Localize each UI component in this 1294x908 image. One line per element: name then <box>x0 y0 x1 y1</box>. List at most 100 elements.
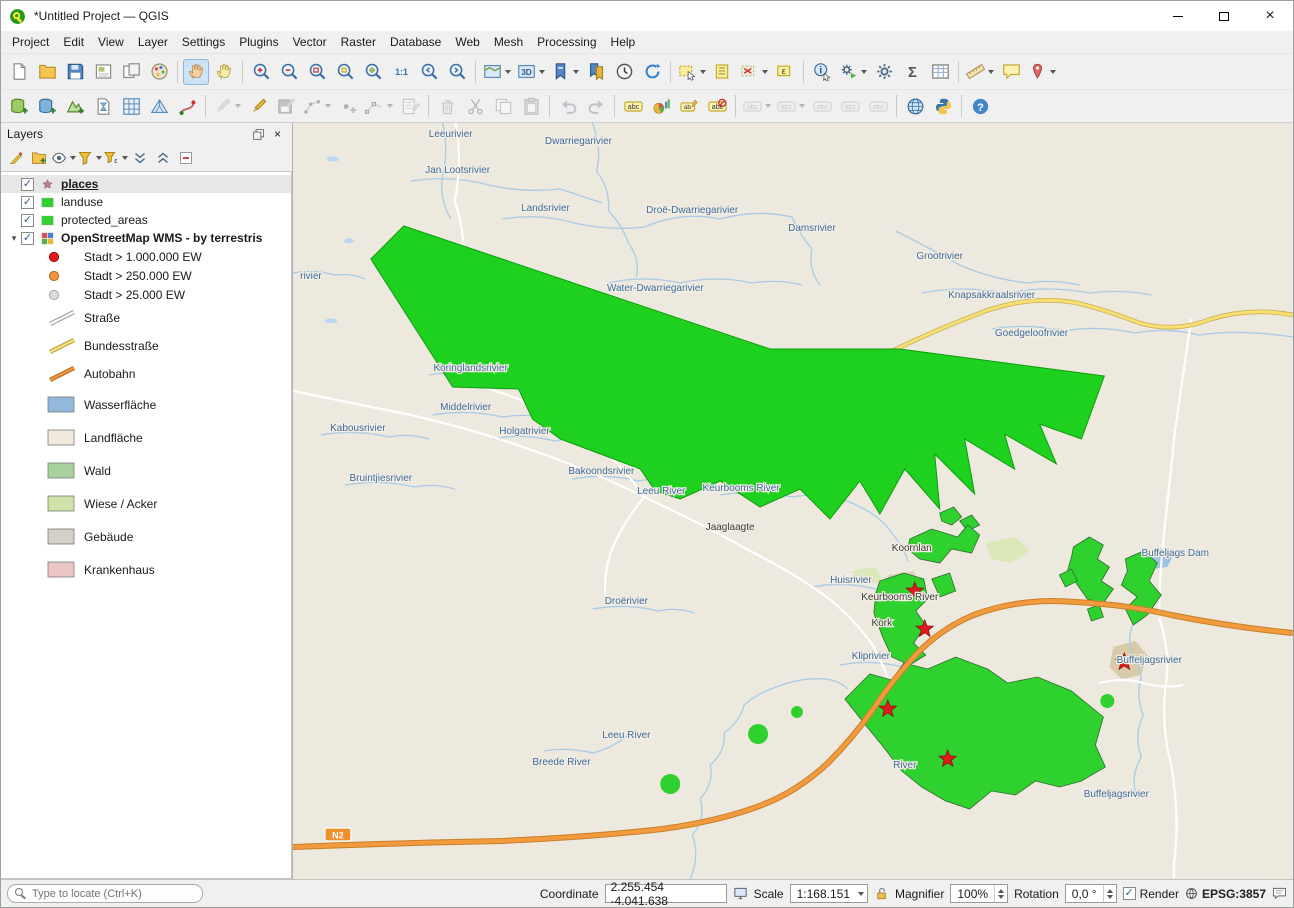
new-spatial-bookmark-button[interactable] <box>549 59 581 85</box>
crs-status[interactable]: EPSG:3857 <box>1185 887 1266 901</box>
open-layer-styling-button[interactable] <box>5 147 27 169</box>
chevron-down-icon[interactable] <box>539 70 545 74</box>
layer-item-landuse[interactable]: ✓ landuse <box>1 193 291 211</box>
menu-layer[interactable]: Layer <box>131 33 175 51</box>
layer-item-openstreetmap-wms-by-terrestris[interactable]: ▾✓ OpenStreetMap WMS - by terrestris <box>1 229 291 247</box>
coordinate-value[interactable]: 2.255.454 -4.041.638 <box>605 884 727 903</box>
new-mesh-layer-button[interactable] <box>146 93 172 119</box>
new-print-layout-button[interactable] <box>90 59 116 85</box>
layer-label[interactable]: protected_areas <box>61 213 148 227</box>
measure-line-button[interactable] <box>964 59 996 85</box>
new-temporary-scratch-layer-button[interactable] <box>90 93 116 119</box>
rotation-spinbox[interactable]: 0,0 ° <box>1065 884 1117 903</box>
menu-project[interactable]: Project <box>5 33 56 51</box>
filter-legend-by-expression-button[interactable]: ε <box>103 147 128 169</box>
minimize-button[interactable] <box>1155 1 1201 31</box>
zoom-last-button[interactable] <box>416 59 442 85</box>
zoom-to-native-resolution-button[interactable]: 1:1 <box>388 59 414 85</box>
select-features-by-value-button[interactable] <box>710 59 736 85</box>
chevron-down-icon[interactable] <box>325 104 331 108</box>
pan-map-to-selection-button[interactable] <box>211 59 237 85</box>
layer-checkbox[interactable]: ✓ <box>21 214 34 227</box>
filter-legend-button[interactable] <box>77 147 102 169</box>
open-attribute-table-button[interactable] <box>927 59 953 85</box>
menu-database[interactable]: Database <box>383 33 448 51</box>
zoom-next-button[interactable] <box>444 59 470 85</box>
show-layout-manager-button[interactable] <box>118 59 144 85</box>
chevron-down-icon[interactable] <box>70 156 76 160</box>
open-project-button[interactable] <box>34 59 60 85</box>
scale-combobox[interactable]: 1:168.151 <box>790 884 868 903</box>
panel-float-button[interactable] <box>250 126 267 142</box>
menu-web[interactable]: Web <box>448 33 486 51</box>
chevron-down-icon[interactable] <box>235 104 241 108</box>
layer-diagram-options-button[interactable] <box>648 93 674 119</box>
new-shapefile-layer-button[interactable] <box>62 93 88 119</box>
manage-map-themes-button[interactable] <box>51 147 76 169</box>
python-console-button[interactable] <box>930 93 956 119</box>
help-contents-button[interactable]: ? <box>967 93 993 119</box>
zoom-full-extent-button[interactable] <box>304 59 330 85</box>
chevron-down-icon[interactable] <box>387 104 393 108</box>
menu-processing[interactable]: Processing <box>530 33 603 51</box>
chevron-down-icon[interactable] <box>988 70 994 74</box>
zoom-out-button[interactable] <box>276 59 302 85</box>
chevron-down-icon[interactable] <box>96 156 102 160</box>
new-virtual-layer-button[interactable] <box>118 93 144 119</box>
map-canvas[interactable]: N2LeeurivierDwarriegarivierJan Lootsrivi… <box>293 123 1293 879</box>
layer-checkbox[interactable]: ✓ <box>21 196 34 209</box>
pan-map-button[interactable] <box>183 59 209 85</box>
osm-place-search-button[interactable] <box>902 93 928 119</box>
panel-close-button[interactable]: × <box>269 126 286 142</box>
menu-settings[interactable]: Settings <box>175 33 232 51</box>
zoom-to-layer-button[interactable] <box>360 59 386 85</box>
locate-input[interactable] <box>7 884 203 903</box>
identify-features-button[interactable]: i <box>809 59 835 85</box>
layer-labeling-options-button[interactable]: abc <box>620 93 646 119</box>
menu-vector[interactable]: Vector <box>286 33 334 51</box>
menu-edit[interactable]: Edit <box>56 33 91 51</box>
toggle-editing-button[interactable] <box>245 93 271 119</box>
toggle-unplaced-labels-button[interactable]: abc <box>704 93 730 119</box>
layer-label[interactable]: OpenStreetMap WMS - by terrestris <box>61 231 262 245</box>
new-annotation-button[interactable] <box>1026 59 1058 85</box>
zoom-in-button[interactable] <box>248 59 274 85</box>
layer-label[interactable]: places <box>61 177 98 191</box>
maximize-button[interactable] <box>1201 1 1247 31</box>
expander-icon[interactable]: ▾ <box>7 233 21 244</box>
layer-checkbox[interactable]: ✓ <box>21 178 34 191</box>
spinner-arrows-icon[interactable] <box>994 885 1007 902</box>
messages-icon[interactable] <box>1272 886 1287 901</box>
new-spatialite-layer-button[interactable] <box>34 93 60 119</box>
new-gpx-layer-button[interactable] <box>174 93 200 119</box>
save-project-button[interactable] <box>62 59 88 85</box>
show-spatial-bookmarks-button[interactable] <box>583 59 609 85</box>
magnifier-spinbox[interactable]: 100% <box>950 884 1008 903</box>
new-map-view-button[interactable] <box>481 59 513 85</box>
temporal-controller-panel-button[interactable] <box>611 59 637 85</box>
zoom-to-selection-button[interactable] <box>332 59 358 85</box>
layer-item-places[interactable]: ✓ places <box>1 175 291 193</box>
chevron-down-icon[interactable] <box>762 70 768 74</box>
menu-mesh[interactable]: Mesh <box>487 33 530 51</box>
chevron-down-icon[interactable] <box>799 104 805 108</box>
layer-item-protected-areas[interactable]: ✓ protected_areas <box>1 211 291 229</box>
chevron-down-icon[interactable] <box>1050 70 1056 74</box>
refresh-map-button[interactable] <box>639 59 665 85</box>
layer-label[interactable]: landuse <box>61 195 103 209</box>
spinner-arrows-icon[interactable] <box>1103 885 1116 902</box>
new-3d-map-view-button[interactable]: 3D <box>515 59 547 85</box>
add-group-button[interactable] <box>28 147 50 169</box>
layer-checkbox[interactable]: ✓ <box>21 232 34 245</box>
select-features-button[interactable] <box>676 59 708 85</box>
chevron-down-icon[interactable] <box>700 70 706 74</box>
chevron-down-icon[interactable] <box>861 70 867 74</box>
select-by-expression-button[interactable]: ε <box>772 59 798 85</box>
lock-scale-icon[interactable] <box>874 886 889 901</box>
collapse-all-button[interactable] <box>152 147 174 169</box>
chevron-down-icon[interactable] <box>505 70 511 74</box>
new-project-button[interactable] <box>6 59 32 85</box>
highlight-pinned-labels-button[interactable]: ab <box>676 93 702 119</box>
menu-raster[interactable]: Raster <box>334 33 383 51</box>
deselect-features-button[interactable] <box>738 59 770 85</box>
